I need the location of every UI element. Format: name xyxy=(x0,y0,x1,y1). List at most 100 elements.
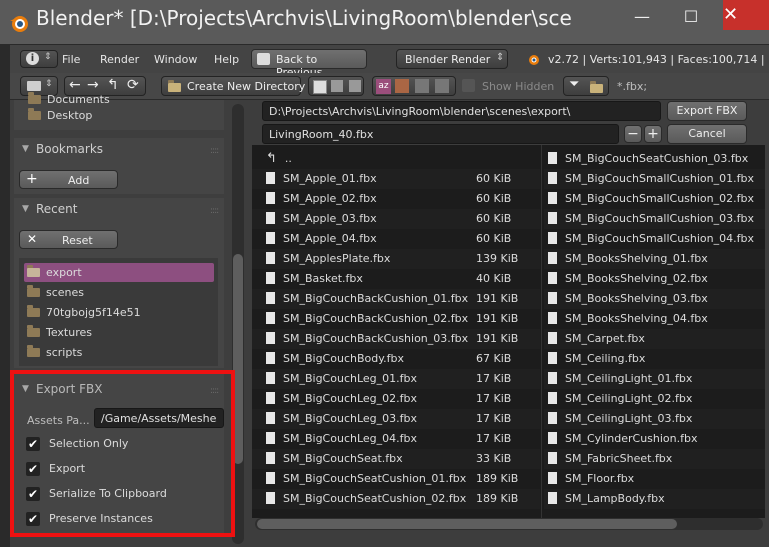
file-row[interactable]: SM_CeilingLight_03.fbx xyxy=(544,409,765,429)
file-row[interactable]: SM_BigCouchBackCushion_01.fbx 191 KiB xyxy=(252,289,540,309)
file-row[interactable]: SM_CeilingLight_01.fbx xyxy=(544,369,765,389)
file-row[interactable]: SM_BigCouchLeg_01.fbx 17 KiB xyxy=(252,369,540,389)
recent-item-textures[interactable]: Textures xyxy=(27,323,92,342)
file-name: SM_ApplesPlate.fbx xyxy=(283,252,391,265)
file-row[interactable]: SM_ApplesPlate.fbx 139 KiB xyxy=(252,249,540,269)
file-row[interactable]: SM_Basket.fbx 40 KiB xyxy=(252,269,540,289)
file-row[interactable]: SM_BigCouchLeg_04.fbx 17 KiB xyxy=(252,429,540,449)
show-hidden-label: Show Hidden xyxy=(482,80,555,93)
file-row[interactable]: SM_BigCouchSeatCushion_03.fbx xyxy=(544,149,765,169)
add-bookmark-button[interactable]: + Add xyxy=(19,170,118,189)
file-row[interactable]: SM_BigCouchSeatCushion_02.fbx 189 KiB xyxy=(252,489,540,509)
parent-directory-row[interactable]: ↰.. xyxy=(252,149,540,169)
file-row[interactable]: SM_Apple_04.fbx 60 KiB xyxy=(252,229,540,249)
drag-grip-icon[interactable]: :::: xyxy=(210,206,219,216)
minimize-button[interactable]: — xyxy=(623,6,661,30)
file-row[interactable]: SM_Apple_02.fbx 60 KiB xyxy=(252,189,540,209)
menu-render[interactable]: Render xyxy=(100,53,139,66)
file-row[interactable]: SM_BigCouchBackCushion_03.fbx 191 KiB xyxy=(252,329,540,349)
editor-type-button[interactable]: i ⇕ xyxy=(20,50,58,68)
recent-item-70tgbojg5f14e51[interactable]: 70tgbojg5f14e51 xyxy=(27,303,141,322)
file-row[interactable]: SM_Ceiling.fbx xyxy=(544,349,765,369)
file-name: SM_BigCouchBackCushion_01.fbx xyxy=(283,292,469,305)
filter-glob: *.fbx; xyxy=(617,80,648,93)
recent-item-scripts[interactable]: scripts xyxy=(27,343,82,362)
recent-item-export[interactable]: export xyxy=(24,263,214,282)
refresh-icon[interactable]: ⟳ xyxy=(127,77,139,93)
file-row[interactable]: SM_BigCouchSeatCushion_01.fbx 189 KiB xyxy=(252,469,540,489)
drag-grip-icon[interactable]: :::: xyxy=(210,146,219,156)
bookmarks-heading[interactable]: Bookmarks xyxy=(36,142,103,156)
file-row[interactable]: SM_BigCouchBackCushion_02.fbx 191 KiB xyxy=(252,309,540,329)
file-row[interactable]: SM_BigCouchSmallCushion_02.fbx xyxy=(544,189,765,209)
create-new-directory-button[interactable]: Create New Directory xyxy=(161,76,305,96)
file-icon xyxy=(266,212,275,224)
sort-size-icon[interactable] xyxy=(435,79,449,93)
file-row[interactable]: SM_Carpet.fbx xyxy=(544,329,765,349)
menu-help[interactable]: Help xyxy=(214,53,239,66)
file-icon xyxy=(548,392,557,404)
file-size: 40 KiB xyxy=(476,272,512,285)
file-row[interactable]: SM_Apple_03.fbx 60 KiB xyxy=(252,209,540,229)
file-row[interactable]: SM_BigCouchSeat.fbx 33 KiB xyxy=(252,449,540,469)
file-name: SM_Basket.fbx xyxy=(283,272,363,285)
recent-item-scenes[interactable]: scenes xyxy=(27,283,84,302)
render-engine-select[interactable]: Blender Render ⇕ xyxy=(396,49,508,69)
x-icon: ✕ xyxy=(27,232,38,246)
file-row[interactable]: SM_BigCouchSmallCushion_04.fbx xyxy=(544,229,765,249)
decrement-filename-button[interactable]: − xyxy=(624,125,642,143)
file-row[interactable]: SM_CeilingLight_02.fbx xyxy=(544,389,765,409)
file-row[interactable]: SM_CylinderCushion.fbx xyxy=(544,429,765,449)
file-name: SM_BooksShelving_01.fbx xyxy=(565,252,708,265)
directory-path-field[interactable] xyxy=(262,101,661,121)
file-row[interactable]: SM_BooksShelving_02.fbx xyxy=(544,269,765,289)
filter-funnel-icon[interactable]: ⏷ xyxy=(569,77,579,92)
file-icon xyxy=(266,432,275,444)
file-list-scrollbar[interactable] xyxy=(255,518,763,530)
filter-folder-icon[interactable] xyxy=(590,81,609,95)
export-fbx-button[interactable]: Export FBX xyxy=(667,101,747,121)
maximize-button[interactable]: ☐ xyxy=(672,6,710,30)
file-name: SM_BigCouchSmallCushion_03.fbx xyxy=(565,212,754,225)
filename-field[interactable] xyxy=(262,124,619,144)
file-row[interactable]: SM_BigCouchSmallCushion_03.fbx xyxy=(544,209,765,229)
file-row[interactable]: SM_BooksShelving_03.fbx xyxy=(544,289,765,309)
long-list-icon[interactable] xyxy=(331,80,343,92)
file-row[interactable]: SM_BooksShelving_01.fbx xyxy=(544,249,765,269)
file-size: 189 KiB xyxy=(476,492,519,505)
recent-heading[interactable]: Recent xyxy=(36,202,77,216)
sort-time-icon[interactable] xyxy=(415,79,429,93)
system-item-desktop[interactable]: Desktop xyxy=(28,106,92,125)
collapse-triangle-icon[interactable]: ▼ xyxy=(22,144,29,154)
file-row[interactable]: SM_BigCouchBody.fbx 67 KiB xyxy=(252,349,540,369)
file-row[interactable]: SM_BigCouchSmallCushion_01.fbx xyxy=(544,169,765,189)
file-list-scroll-thumb[interactable] xyxy=(257,519,677,529)
file-row[interactable]: SM_Apple_01.fbx 60 KiB xyxy=(252,169,540,189)
chevron-updown-icon: ⇕ xyxy=(45,79,53,89)
file-size: 60 KiB xyxy=(476,172,512,185)
file-row[interactable]: SM_BooksShelving_04.fbx xyxy=(544,309,765,329)
file-icon xyxy=(548,372,557,384)
show-hidden-checkbox[interactable] xyxy=(462,79,475,92)
screen-icon xyxy=(257,53,270,65)
file-row[interactable]: SM_Floor.fbx xyxy=(544,469,765,489)
increment-filename-button[interactable]: + xyxy=(644,125,662,143)
cancel-button[interactable]: Cancel xyxy=(667,124,747,144)
parent-arrow-icon: ↰ xyxy=(266,151,277,166)
file-list: ↰.. SM_Apple_01.fbx 60 KiB SM_Apple_02.fbx… xyxy=(252,145,765,518)
short-list-icon[interactable] xyxy=(313,80,327,94)
menu-file[interactable]: File xyxy=(62,53,80,66)
close-button[interactable]: ✕ xyxy=(723,0,769,30)
file-row[interactable]: SM_LampBody.fbx xyxy=(544,489,765,509)
menu-window[interactable]: Window xyxy=(154,53,197,66)
thumbnails-icon[interactable] xyxy=(349,80,361,92)
back-to-previous-button[interactable]: Back to Previous xyxy=(251,49,367,79)
sort-extension-icon[interactable] xyxy=(395,79,409,93)
file-row[interactable]: SM_BigCouchLeg_02.fbx 17 KiB xyxy=(252,389,540,409)
file-column-left: ↰.. SM_Apple_01.fbx 60 KiB SM_Apple_02.fbx… xyxy=(252,149,540,509)
sort-alpha-icon[interactable]: az xyxy=(376,79,391,94)
file-row[interactable]: SM_BigCouchLeg_03.fbx 17 KiB xyxy=(252,409,540,429)
collapse-triangle-icon[interactable]: ▼ xyxy=(22,204,29,214)
reset-recent-button[interactable]: ✕ Reset xyxy=(19,230,118,249)
file-row[interactable]: SM_FabricSheet.fbx xyxy=(544,449,765,469)
